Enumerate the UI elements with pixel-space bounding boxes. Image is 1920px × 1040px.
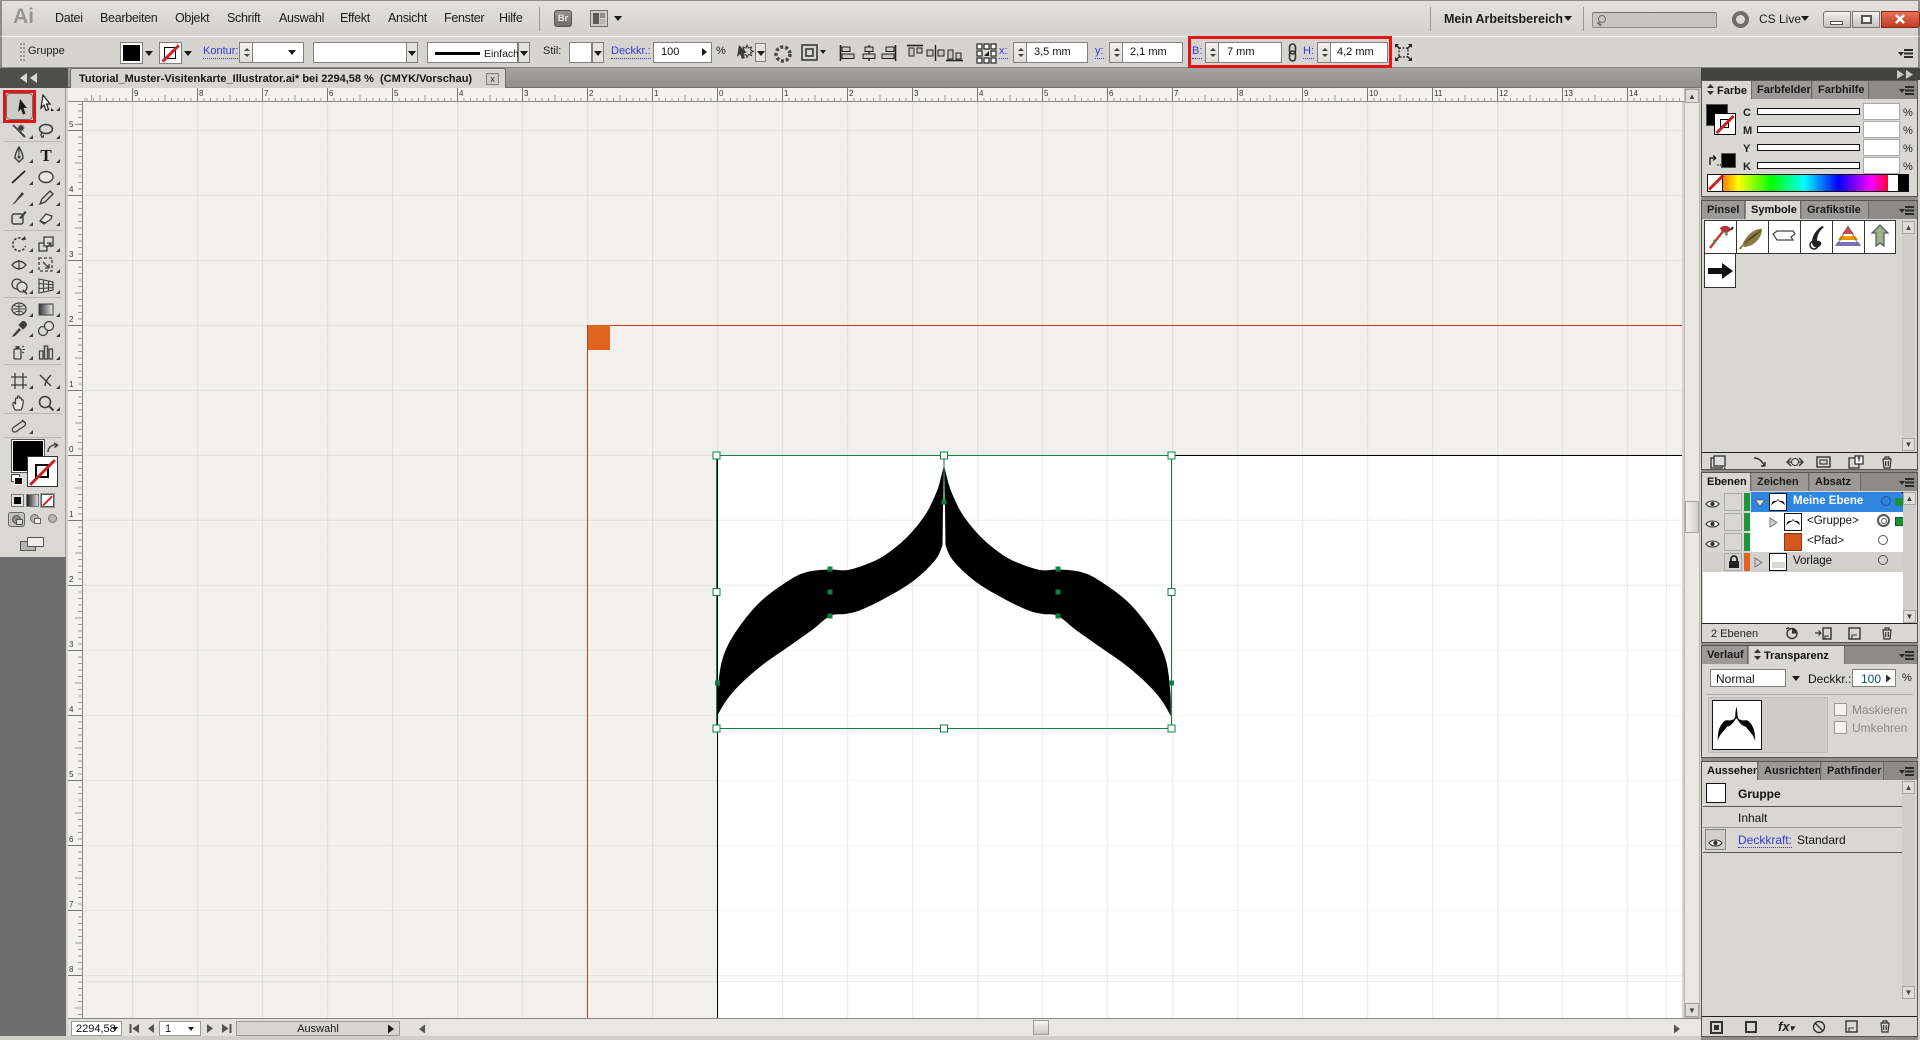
svg-text:T: T [40, 146, 52, 164]
